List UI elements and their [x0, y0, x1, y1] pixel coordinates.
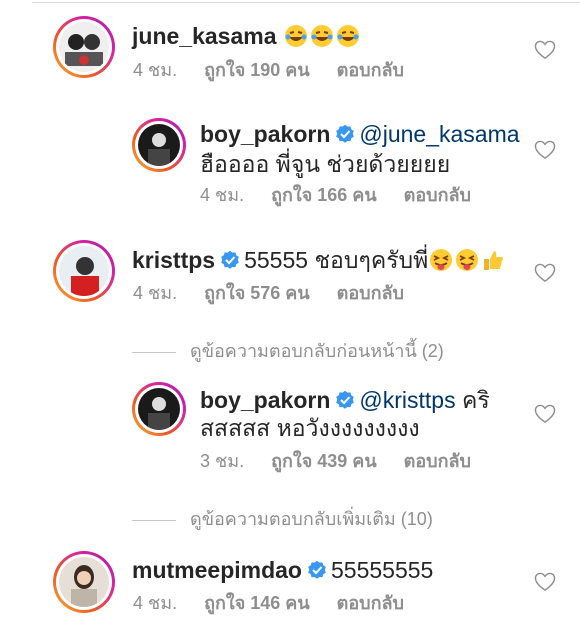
view-more-replies[interactable]: ดูข้อความตอบกลับเพิ่มเติม (10)	[132, 504, 433, 533]
verified-badge-icon	[336, 124, 355, 143]
divider-line	[132, 519, 176, 521]
laughing-tears-emoji-icon	[310, 25, 333, 47]
username[interactable]: boy_pakorn	[200, 121, 330, 147]
mention-link[interactable]: @june_kasama	[359, 121, 519, 147]
comment-time: 4 ชม.	[133, 283, 178, 303]
top-divider	[32, 2, 580, 3]
reply-button[interactable]: ตอบกลับ	[404, 451, 471, 471]
likes-count[interactable]: ถูกใจ 190 คน	[204, 60, 310, 80]
avatar-image	[138, 388, 180, 430]
verified-badge-icon	[308, 560, 326, 579]
view-previous-replies[interactable]: ดูข้อความตอบกลับก่อนหน้านี้ (2)	[132, 336, 444, 365]
verified-badge-icon	[221, 250, 239, 269]
comment-time: 3 ชม.	[200, 451, 245, 471]
comment-time: 4 ชม.	[133, 593, 178, 613]
username[interactable]: boy_pakorn	[200, 387, 330, 413]
comment-text: สสสสส หอวังงงงงงงงง	[200, 415, 420, 441]
likes-count[interactable]: ถูกใจ 439 คน	[271, 451, 377, 471]
username[interactable]: kristtps	[132, 247, 215, 273]
likes-count[interactable]: ถูกใจ 166 คน	[271, 185, 377, 205]
avatar-image	[59, 22, 109, 72]
heart-icon[interactable]	[534, 140, 556, 160]
heart-icon[interactable]	[534, 572, 556, 592]
avatar-image	[138, 124, 180, 166]
heart-icon[interactable]	[534, 263, 556, 283]
reply-button[interactable]: ตอบกลับ	[337, 283, 404, 303]
comment-text: ฮืออออ พี่จูน ช่วยด้วยยยย	[200, 151, 451, 177]
comment-time: 4 ชม.	[133, 60, 178, 80]
tongue-wink-emoji-icon	[456, 249, 479, 271]
tongue-wink-emoji-icon	[430, 249, 453, 271]
username[interactable]: mutmeepimdao	[132, 557, 302, 583]
avatar[interactable]	[53, 551, 115, 613]
comment-time: 4 ชม.	[200, 185, 245, 205]
reply-button[interactable]: ตอบกลับ	[337, 60, 404, 80]
reply-button[interactable]: ตอบกลับ	[337, 593, 404, 613]
avatar[interactable]	[132, 382, 186, 436]
mention-link[interactable]: @kristtps	[359, 387, 455, 413]
verified-badge-icon	[336, 390, 355, 409]
laughing-tears-emoji-icon	[284, 25, 307, 47]
username[interactable]: june_kasama	[132, 23, 276, 49]
comment-text-start: คริ	[461, 387, 490, 413]
comment-text: 55555 ชอบๆครับพี่	[244, 247, 429, 273]
comment-text: 55555555	[330, 557, 434, 583]
thumbs-up-emoji-icon	[484, 251, 504, 270]
laughing-tears-emoji-icon	[336, 25, 359, 47]
avatar[interactable]	[53, 240, 115, 302]
view-previous-label: ดูข้อความตอบกลับก่อนหน้านี้ (2)	[190, 341, 444, 361]
avatar-image	[59, 246, 109, 296]
likes-count[interactable]: ถูกใจ 576 คน	[204, 283, 310, 303]
avatar[interactable]	[53, 16, 115, 78]
avatar-image	[59, 557, 109, 607]
view-more-label: ดูข้อความตอบกลับเพิ่มเติม (10)	[190, 509, 433, 529]
avatar[interactable]	[132, 118, 186, 172]
heart-icon[interactable]	[534, 404, 556, 424]
emoji-group	[283, 23, 361, 49]
heart-icon[interactable]	[534, 40, 556, 60]
reply-button[interactable]: ตอบกลับ	[404, 185, 471, 205]
divider-line	[132, 351, 176, 353]
likes-count[interactable]: ถูกใจ 146 คน	[204, 593, 310, 613]
